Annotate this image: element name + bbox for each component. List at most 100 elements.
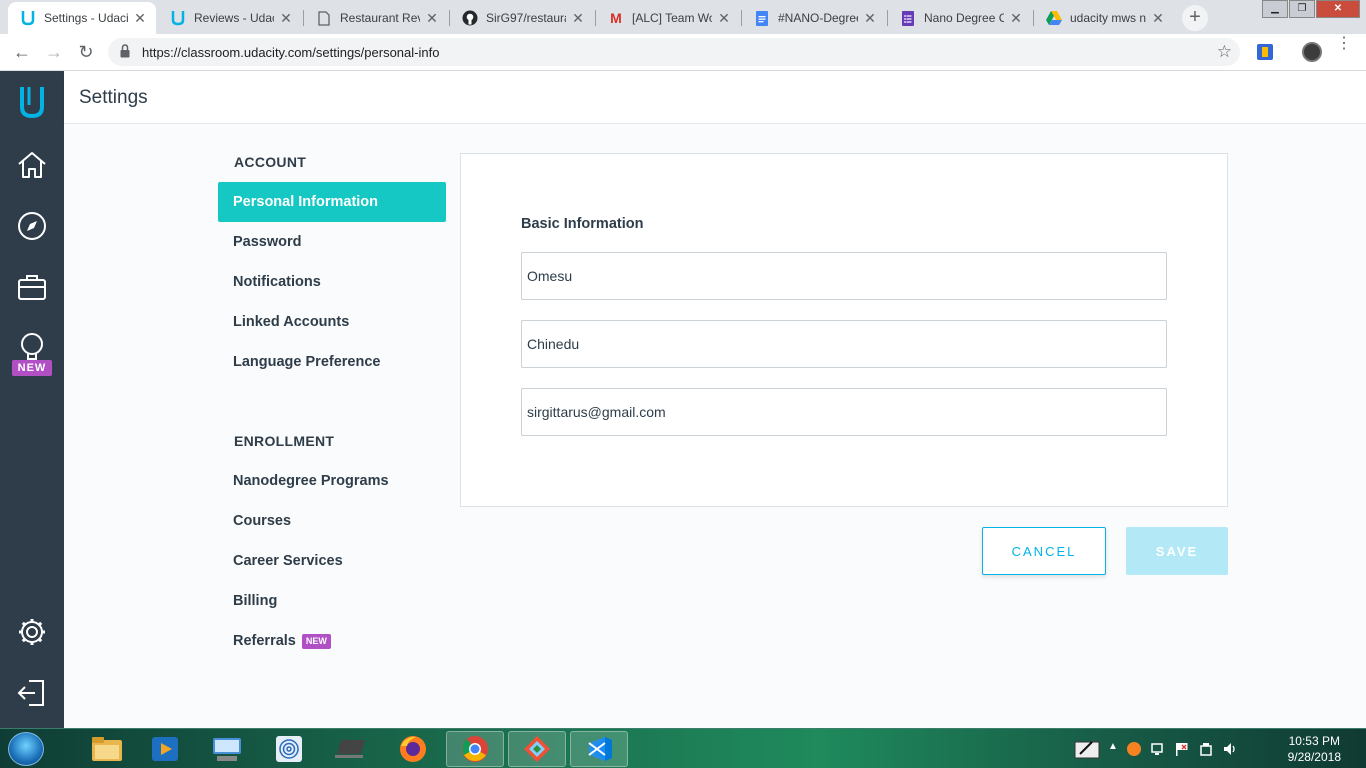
lock-icon — [120, 44, 130, 58]
google-forms-icon — [900, 10, 916, 26]
tab-title: Settings - Udacity — [44, 11, 128, 25]
last-name-field[interactable] — [521, 320, 1167, 368]
tab-settings-udacity[interactable]: Settings - Udacity ✕ — [8, 2, 156, 34]
nav-item-career-services[interactable]: Career Services — [218, 541, 446, 581]
more-menu-icon[interactable]: ⋮ — [1336, 36, 1352, 52]
antivirus-icon[interactable] — [1126, 741, 1142, 757]
nav-heading-account: ACCOUNT — [234, 154, 307, 170]
keyboard-app-icon[interactable] — [198, 731, 256, 767]
file-explorer-icon[interactable] — [78, 731, 136, 767]
page-title: Settings — [79, 87, 148, 108]
tab-title: Nano Degree C — [924, 11, 1004, 25]
laptop-app-icon[interactable] — [322, 731, 380, 767]
nav-item-billing[interactable]: Billing — [218, 581, 446, 621]
tab-google-doc[interactable]: #NANO-Degree ✕ — [742, 2, 886, 34]
gmail-icon: M — [610, 10, 622, 26]
tab-google-drive[interactable]: udacity mws na ✕ — [1034, 2, 1174, 34]
system-tray: ▲ 10:53 PM 9/28/2018 — [1066, 729, 1366, 768]
tab-github-repo[interactable]: SirG97/restaurant ✕ — [450, 2, 594, 34]
browser-toolbar: ← → ↻ https://classroom.udacity.com/sett… — [0, 34, 1366, 71]
nav-item-referrals[interactable]: Referrals NEW — [218, 621, 446, 661]
tab-restaurant-reviews[interactable]: Restaurant Reviews ✕ — [304, 2, 448, 34]
tab-title: SirG97/restaurant — [486, 11, 566, 25]
close-icon[interactable]: ✕ — [862, 10, 878, 27]
restore-button[interactable]: ❐ — [1289, 0, 1315, 18]
close-icon[interactable]: ✕ — [1150, 10, 1166, 27]
window-controls: ▁ ❐ ✕ — [1261, 0, 1360, 18]
briefcase-icon[interactable] — [0, 259, 64, 315]
back-arrow-icon[interactable]: ← — [10, 41, 34, 65]
close-icon[interactable]: ✕ — [132, 10, 148, 27]
close-icon[interactable]: ✕ — [570, 10, 586, 27]
tab-title: udacity mws na — [1070, 11, 1146, 25]
basic-information-card: Basic Information — [460, 153, 1228, 507]
close-icon[interactable]: ✕ — [278, 10, 294, 27]
nav-item-label: Referrals — [233, 633, 296, 649]
close-icon[interactable]: ✕ — [1008, 10, 1024, 27]
new-tab-button[interactable]: + — [1182, 5, 1208, 31]
chrome-icon[interactable] — [446, 731, 504, 767]
home-icon[interactable] — [0, 137, 64, 193]
windows-taskbar: ▲ 10:53 PM 9/28/2018 — [0, 728, 1366, 768]
window-close-button[interactable]: ✕ — [1316, 0, 1360, 18]
forward-arrow-icon[interactable]: → — [42, 41, 66, 65]
clock-time: 10:53 PM — [1288, 734, 1340, 748]
url-text: https://classroom.udacity.com/settings/p… — [142, 45, 440, 60]
google-docs-icon — [754, 10, 770, 26]
browser-tab-strip: Settings - Udacity ✕ Reviews - Udacity ✕… — [0, 0, 1366, 34]
vscode-icon[interactable] — [570, 731, 628, 767]
first-name-field[interactable] — [521, 252, 1167, 300]
save-button[interactable]: SAVE — [1126, 527, 1228, 575]
media-player-icon[interactable] — [136, 731, 194, 767]
profile-avatar[interactable] — [1302, 42, 1322, 62]
new-badge: NEW — [301, 634, 331, 649]
email-field[interactable] — [521, 388, 1167, 436]
udacity-icon — [170, 10, 186, 26]
nav-item-linked-accounts[interactable]: Linked Accounts — [218, 302, 446, 342]
network-icon[interactable] — [1150, 741, 1166, 757]
google-drive-icon — [1046, 10, 1062, 26]
page-icon — [316, 10, 332, 26]
settings-main: ACCOUNT Personal Information Password No… — [64, 124, 1366, 728]
minimize-button[interactable]: ▁ — [1262, 0, 1288, 18]
new-badge: NEW — [12, 360, 52, 376]
volume-icon[interactable] — [1222, 741, 1238, 757]
github-icon — [462, 10, 478, 26]
flag-icon[interactable] — [1174, 741, 1190, 757]
git-gui-icon[interactable] — [508, 731, 566, 767]
tab-title: Reviews - Udacity — [194, 11, 274, 25]
reload-icon[interactable]: ↻ — [74, 41, 98, 65]
udacity-icon — [20, 10, 36, 26]
pen-input-icon[interactable] — [1074, 737, 1100, 761]
nav-item-personal-information[interactable]: Personal Information — [218, 182, 446, 222]
tab-gmail[interactable]: M [ALC] Team Work ✕ — [596, 2, 740, 34]
power-icon[interactable] — [1198, 741, 1214, 757]
tab-google-form[interactable]: Nano Degree C ✕ — [888, 2, 1032, 34]
nav-item-password[interactable]: Password — [218, 222, 446, 262]
close-icon[interactable]: ✕ — [716, 10, 732, 27]
taskbar-clock[interactable]: 10:53 PM 9/28/2018 — [1288, 733, 1341, 765]
nav-heading-enrollment: ENROLLMENT — [234, 433, 335, 449]
gear-icon[interactable] — [0, 604, 64, 660]
nav-item-notifications[interactable]: Notifications — [218, 262, 446, 302]
tab-title: [ALC] Team Work — [632, 11, 712, 25]
tab-title: Restaurant Reviews — [340, 11, 420, 25]
fingerprint-app-icon[interactable] — [260, 731, 318, 767]
windows-start-icon[interactable] — [8, 732, 44, 766]
extension-icon[interactable] — [1256, 43, 1274, 61]
show-hidden-icons-icon[interactable]: ▲ — [1108, 741, 1118, 752]
address-bar[interactable]: https://classroom.udacity.com/settings/p… — [108, 38, 1240, 66]
bookmark-star-icon[interactable]: ☆ — [1217, 42, 1232, 62]
compass-icon[interactable] — [0, 198, 64, 254]
clock-date: 9/28/2018 — [1287, 750, 1341, 764]
udacity-logo-icon[interactable] — [0, 74, 64, 130]
tab-reviews-udacity[interactable]: Reviews - Udacity ✕ — [158, 2, 302, 34]
nav-item-courses[interactable]: Courses — [218, 501, 446, 541]
udacity-sidebar: NEW — [0, 71, 64, 728]
nav-item-language-preference[interactable]: Language Preference — [218, 342, 446, 382]
close-icon[interactable]: ✕ — [424, 10, 440, 27]
logout-icon[interactable] — [0, 665, 64, 721]
cancel-button[interactable]: CANCEL — [982, 527, 1106, 575]
nav-item-nanodegree-programs[interactable]: Nanodegree Programs — [218, 461, 446, 501]
firefox-icon[interactable] — [384, 731, 442, 767]
